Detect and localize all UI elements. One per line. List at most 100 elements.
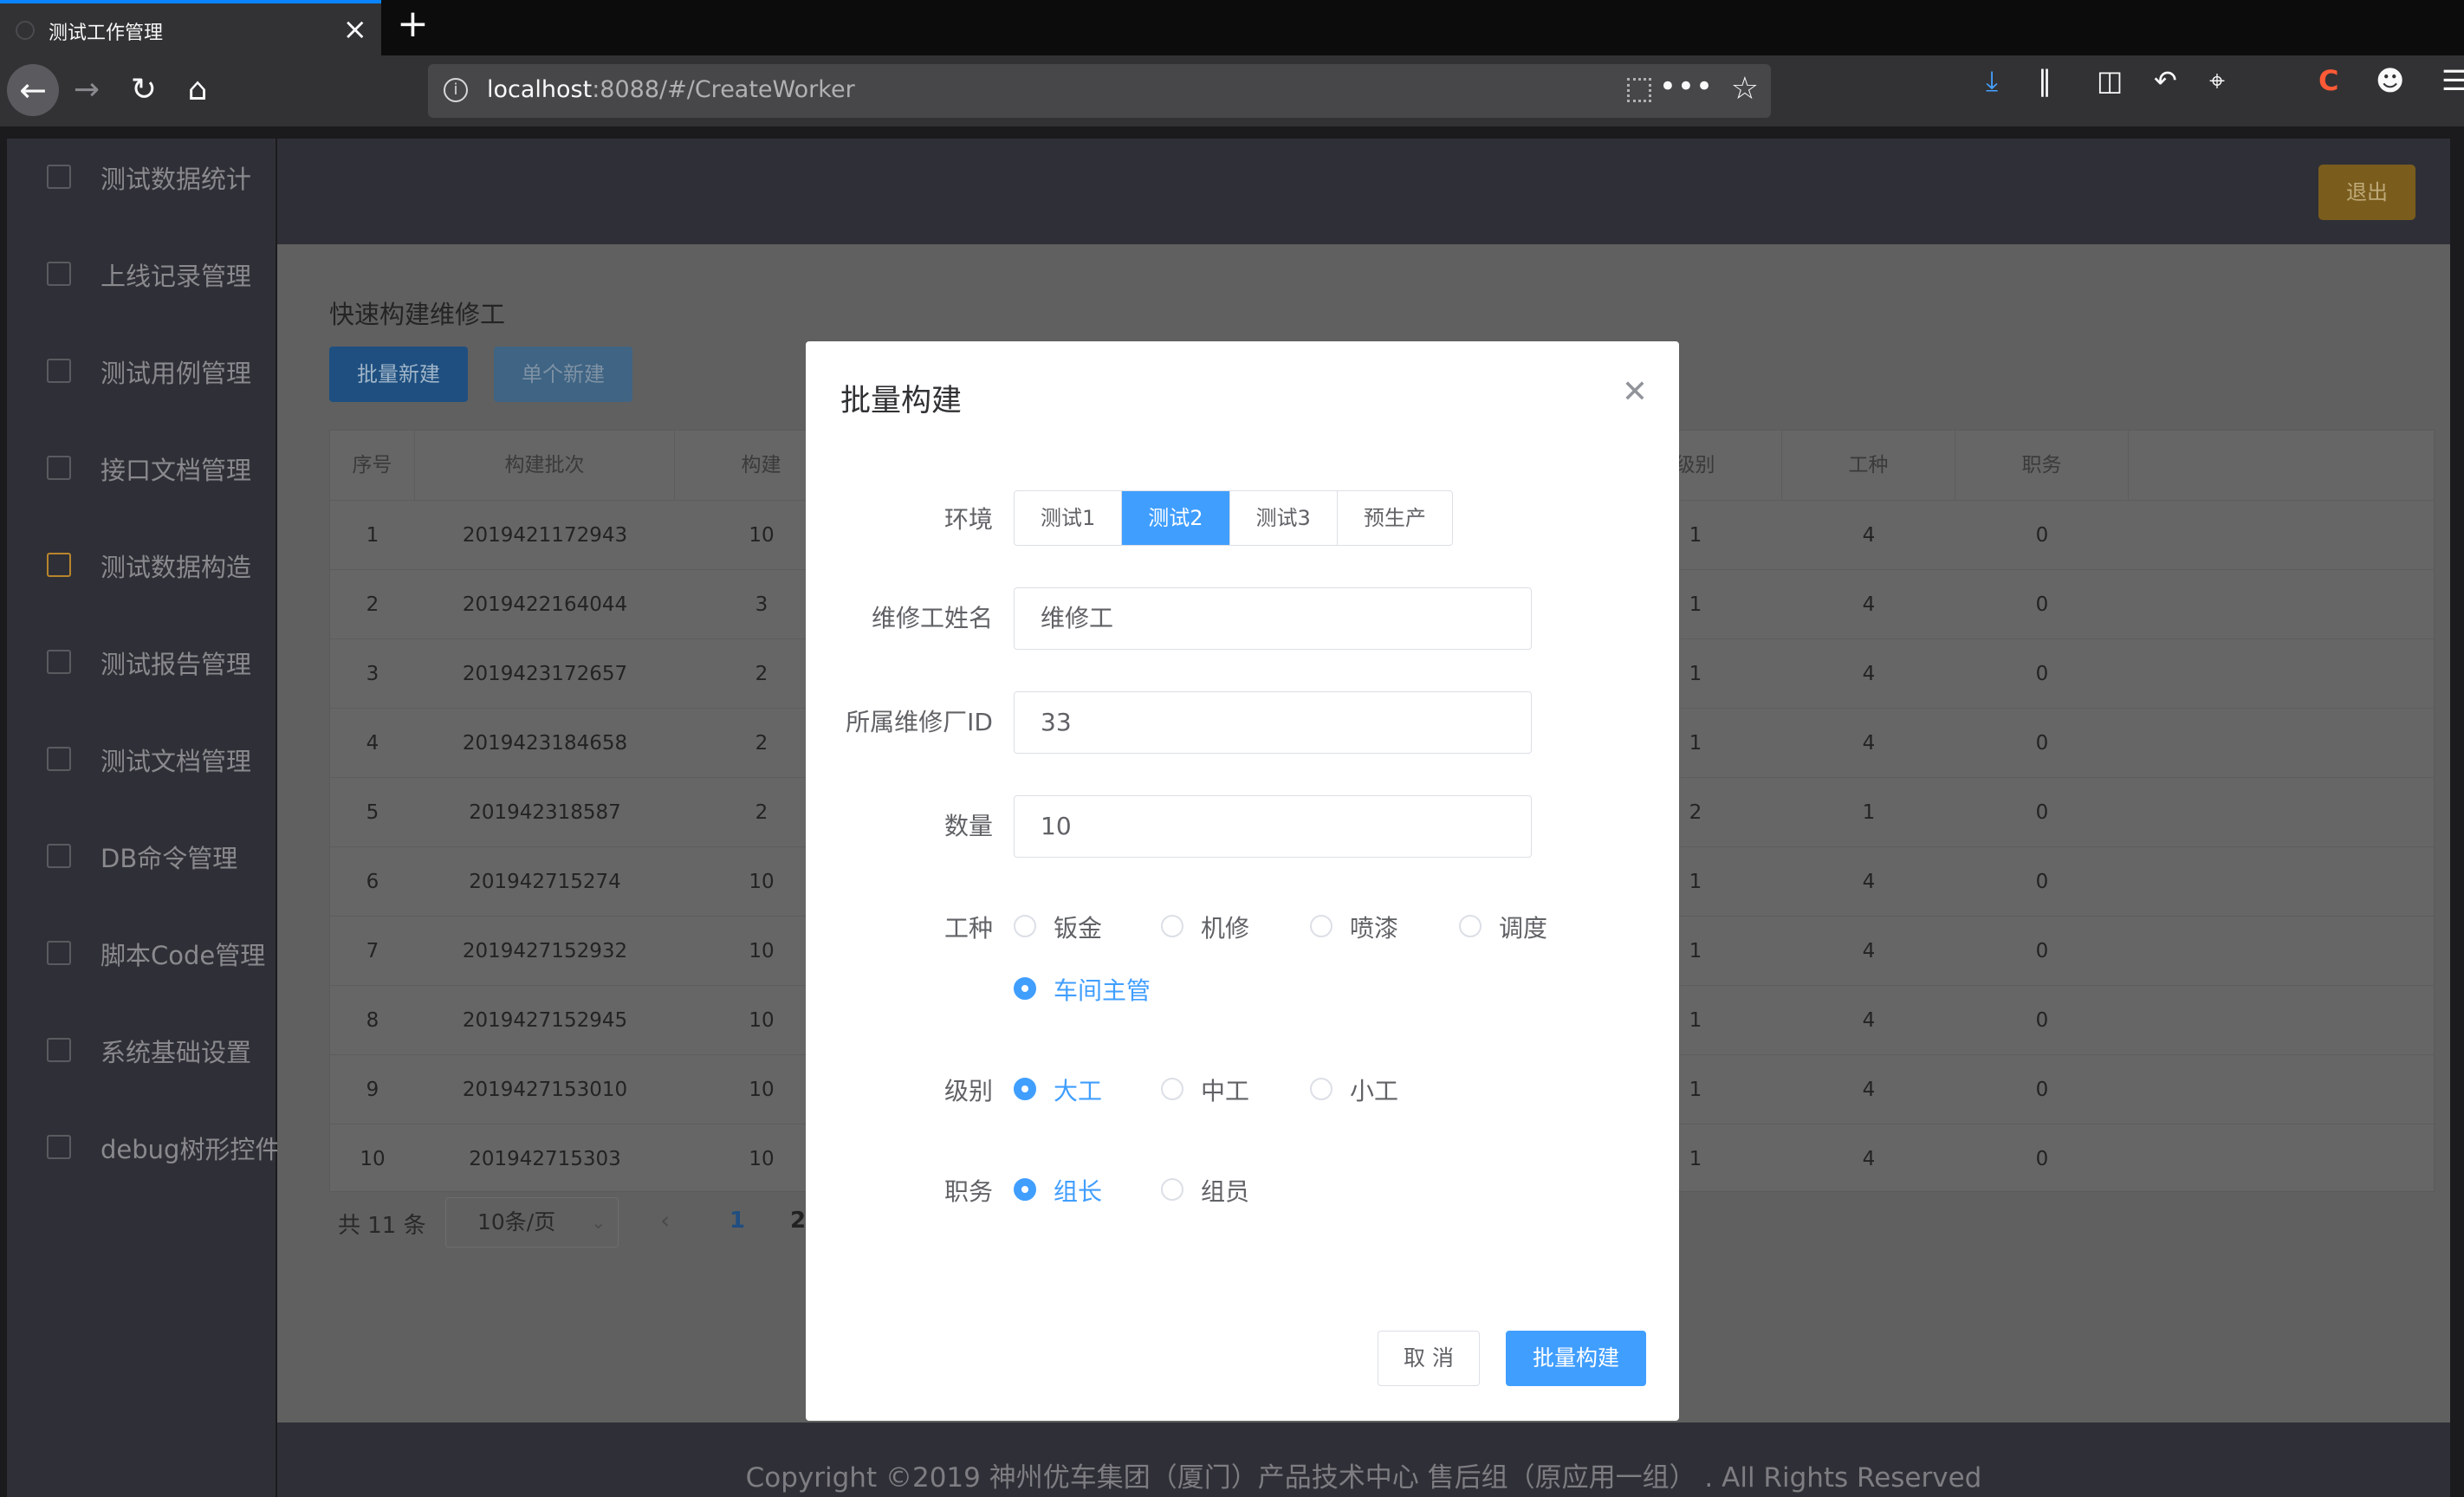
sidebar-item-stats[interactable]: 测试数据统计 [7, 139, 276, 217]
radio-label: 钣金 [1054, 914, 1103, 943]
radio-label: 调度 [1499, 914, 1548, 943]
sidebar-item-release-records[interactable]: 上线记录管理 [7, 236, 276, 314]
page-size-select[interactable]: 10条/页 ⌄ [445, 1197, 619, 1248]
cell-batch: 2019421172943 [462, 524, 628, 547]
sidebar-item-test-cases[interactable]: 测试用例管理 [7, 333, 276, 411]
cell-type: 4 [1862, 1079, 1876, 1101]
cell-seq: 4 [366, 732, 379, 755]
new-tab-icon[interactable]: + [397, 2, 429, 46]
env-option-test1[interactable]: 测试1 [1015, 491, 1123, 545]
env-option-preprod[interactable]: 预生产 [1338, 491, 1452, 545]
radio-label: 喷漆 [1350, 914, 1399, 943]
download-icon[interactable]: ⤓ [1986, 64, 1998, 98]
home-icon[interactable]: ⌂ [180, 73, 215, 107]
radio-circle-icon [1310, 1078, 1333, 1100]
single-new-button[interactable]: 单个新建 [494, 347, 632, 402]
worker-name-label: 维修工姓名 [871, 604, 993, 632]
sidebar-item-label: 测试文档管理 [101, 747, 252, 776]
cell-duty: 0 [2035, 871, 2049, 893]
dialog-title: 批量构建 [840, 384, 963, 418]
env-option-test2[interactable]: 测试2 [1122, 491, 1230, 545]
cell-type: 1 [1862, 801, 1876, 824]
database-icon [47, 844, 71, 868]
batch-build-button[interactable]: 批量构建 [1506, 1331, 1646, 1386]
sidebar-item-test-data[interactable]: 测试数据构造 [7, 527, 276, 605]
tab-title: 测试工作管理 [49, 23, 164, 44]
batch-new-button[interactable]: 批量新建 [329, 347, 468, 402]
factory-id-input[interactable]: 33 [1014, 691, 1532, 754]
crop-icon[interactable]: ⌖ [2209, 64, 2225, 98]
forward-arrow-icon[interactable]: → [69, 73, 104, 107]
sidebar-toggle-icon[interactable]: ◫ [2097, 64, 2123, 97]
api-doc-icon [47, 456, 71, 480]
cell-duty: 0 [2035, 524, 2049, 547]
sidebar-item-label: debug树形控件 [101, 1135, 281, 1164]
page-actions-icon[interactable]: ••• [1659, 69, 1714, 104]
radio-circle-icon [1310, 915, 1333, 937]
site-info-icon[interactable]: i [444, 78, 468, 102]
cell-batch: 201942318587 [469, 801, 621, 824]
page-number-1[interactable]: 1 [729, 1208, 745, 1234]
cell-batch: 201942715274 [469, 871, 621, 893]
radio-circle-icon [1161, 1078, 1183, 1100]
cell-type: 4 [1862, 1009, 1876, 1032]
cell-seq: 2 [366, 593, 379, 616]
menu-icon[interactable]: ☰ [2441, 64, 2464, 97]
page-number-2[interactable]: 2 [790, 1208, 806, 1234]
library-icon[interactable]: ‖ [2038, 64, 2052, 97]
radio-circle-icon [1014, 1178, 1036, 1201]
copyright-text: Copyright ©2019 神州优车集团（厦门）产品技术中心 售后组（原应用… [745, 1462, 1982, 1494]
sidebar-item-system-settings[interactable]: 系统基础设置 [7, 1012, 276, 1090]
cell-type: 4 [1862, 1148, 1876, 1170]
url-text[interactable]: localhost:8088/#/CreateWorker [487, 76, 855, 103]
prev-page-icon[interactable]: ‹ [660, 1206, 670, 1235]
radio-circle-icon [1014, 1078, 1036, 1100]
radio-label: 组长 [1054, 1177, 1103, 1206]
browser-navbar: ← → ↻ ⌂ i localhost:8088/#/CreateWorker … [0, 55, 2464, 126]
pagination-total: 共 11 条 [338, 1213, 426, 1239]
cell-type: 4 [1862, 732, 1876, 755]
close-icon[interactable]: ✕ [1622, 374, 1648, 410]
cell-batch: 2019427153010 [462, 1079, 628, 1101]
sidebar-item-db-commands[interactable]: DB命令管理 [7, 818, 276, 896]
cell-type: 4 [1862, 940, 1876, 962]
cell-type: 4 [1862, 524, 1876, 547]
radio-label: 车间主管 [1054, 976, 1151, 1005]
radio-circle-icon [1014, 977, 1036, 1000]
bookmark-star-icon[interactable]: ☆ [1731, 71, 1759, 107]
account-icon[interactable]: ☻ [2376, 64, 2404, 97]
count-input[interactable]: 10 [1014, 795, 1532, 858]
sidebar-item-label: 测试报告管理 [101, 650, 252, 679]
undo-icon[interactable]: ↶ [2154, 64, 2177, 97]
reload-icon[interactable]: ↻ [126, 73, 161, 107]
cell-seq: 3 [366, 663, 379, 685]
cell-seq: 6 [366, 871, 379, 893]
url-bar[interactable]: i localhost:8088/#/CreateWorker ••• ☆ [428, 64, 1771, 118]
sidebar-item-label: 测试数据统计 [101, 165, 252, 194]
column-header-batch: 构建批次 [415, 431, 675, 500]
qr-code-icon[interactable] [1627, 78, 1651, 102]
env-option-test3[interactable]: 测试3 [1230, 491, 1338, 545]
sidebar-item-api-docs[interactable]: 接口文档管理 [7, 430, 276, 508]
cancel-button[interactable]: 取 消 [1378, 1331, 1480, 1386]
sidebar-item-test-reports[interactable]: 测试报告管理 [7, 624, 276, 702]
close-tab-icon[interactable]: × [343, 12, 368, 47]
cell-batch: 2019427152945 [462, 1009, 628, 1032]
logout-button[interactable]: 退出 [2318, 165, 2415, 220]
sidebar-item-script-code[interactable]: 脚本Code管理 [7, 915, 276, 993]
duty-label: 职务 [943, 1177, 993, 1206]
app-footer: Copyright ©2019 神州优车集团（厦门）产品技术中心 售后组（原应用… [277, 1422, 2450, 1497]
cell-seq: 9 [366, 1079, 379, 1101]
extension-icon[interactable]: C [2318, 64, 2338, 97]
back-arrow-icon[interactable]: ← [7, 64, 59, 116]
page-size-value: 10条/页 [477, 1209, 556, 1235]
tree-doc-icon [47, 1135, 71, 1159]
cell-type: 4 [1862, 663, 1876, 685]
sidebar-item-test-docs[interactable]: 测试文档管理 [7, 721, 276, 799]
column-header-type: 工种 [1782, 431, 1955, 500]
worker-name-input[interactable]: 维修工 [1014, 587, 1532, 650]
sidebar-item-label: DB命令管理 [101, 844, 238, 873]
sidebar-item-label: 测试数据构造 [101, 553, 252, 582]
browser-tab[interactable]: 测试工作管理 × [0, 0, 381, 55]
sidebar-item-debug-tree[interactable]: debug树形控件 [7, 1109, 280, 1187]
